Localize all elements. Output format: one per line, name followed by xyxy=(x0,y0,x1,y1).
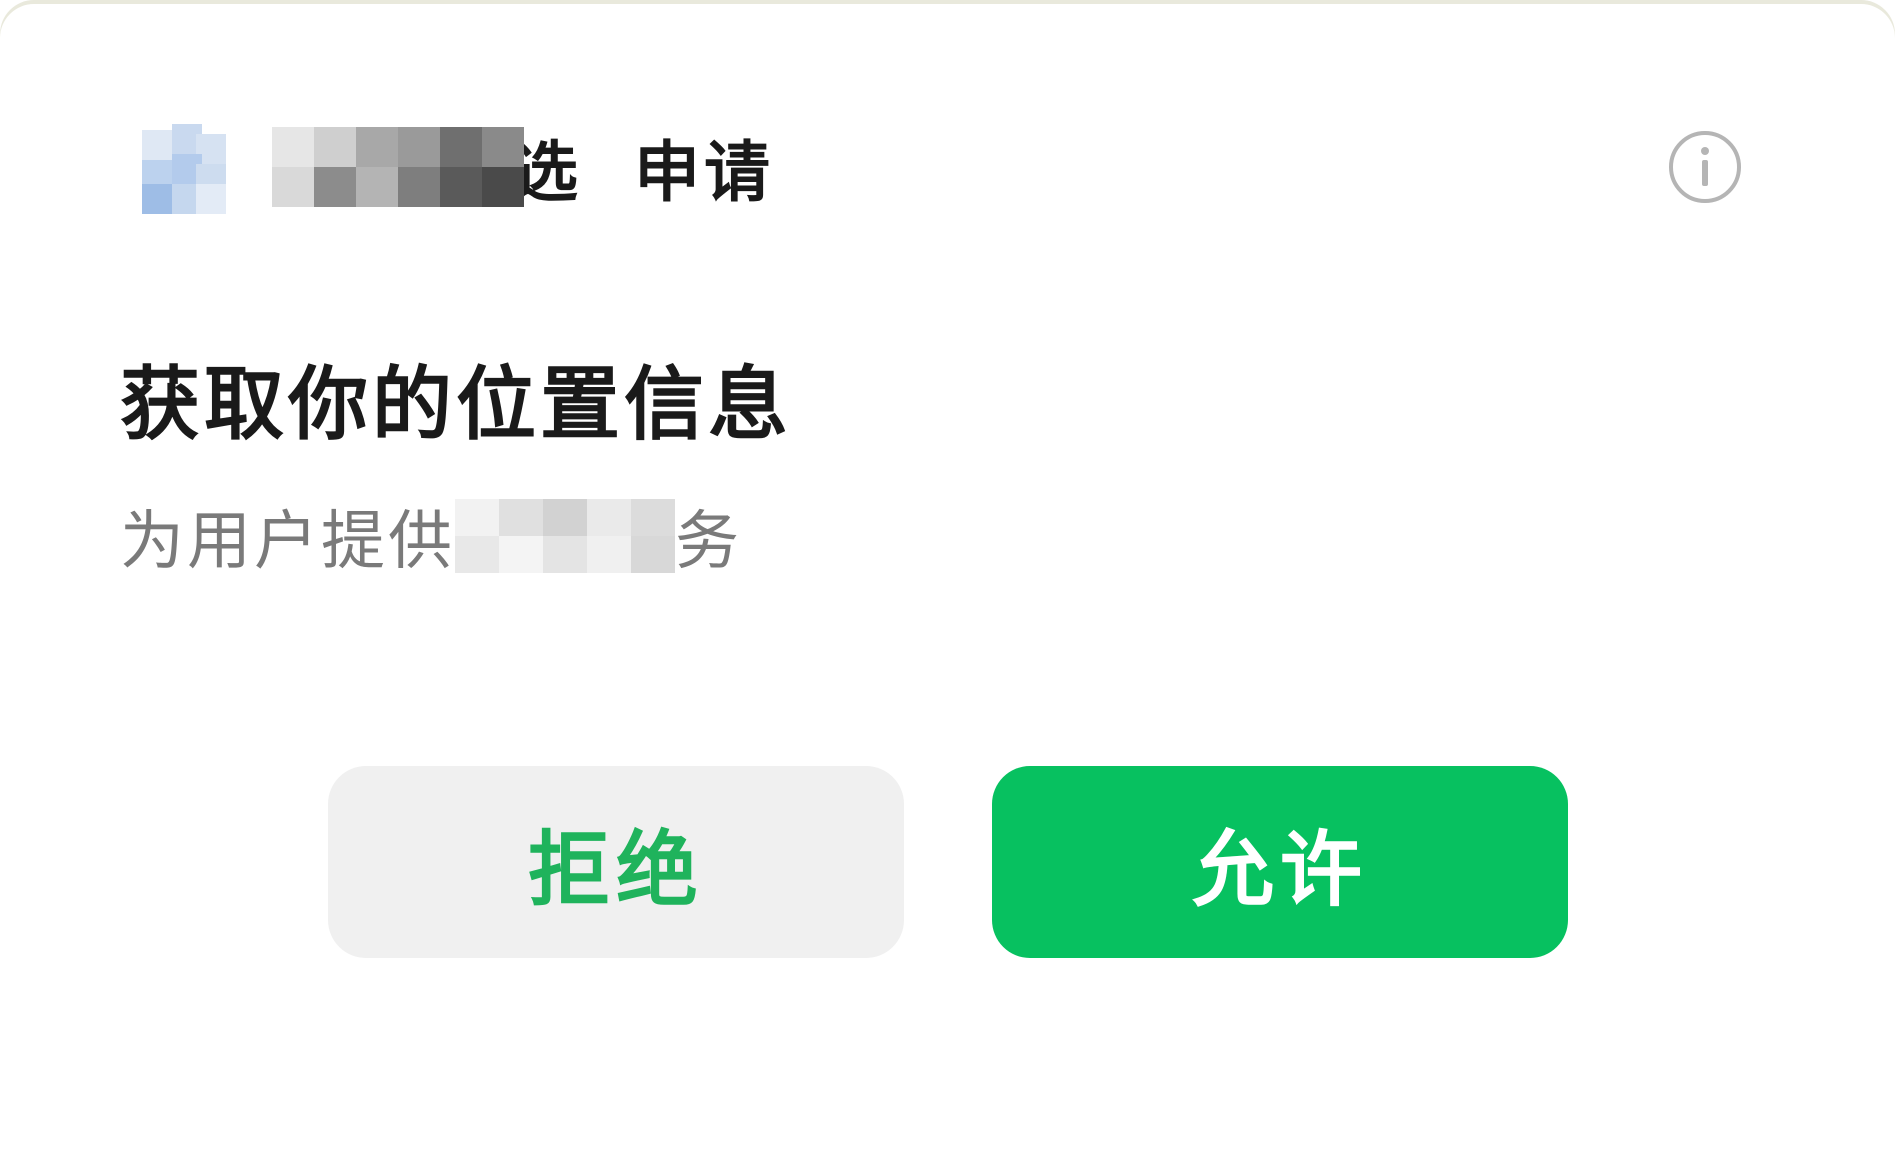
app-name: 选 xyxy=(272,127,580,211)
reject-button[interactable]: 拒绝 xyxy=(328,766,904,958)
permission-dialog: 选 申请 获取你的位置信息 为用户提供 务 拒绝 允许 xyxy=(0,0,1895,1156)
redacted-app-name-mosaic xyxy=(272,127,524,207)
info-icon[interactable] xyxy=(1668,130,1742,204)
app-icon xyxy=(134,124,226,214)
redacted-description-mosaic xyxy=(455,499,675,573)
description-suffix: 务 xyxy=(675,505,742,579)
permission-description: 为用户提供 务 xyxy=(120,490,742,582)
request-label: 申请 xyxy=(634,134,774,211)
allow-button[interactable]: 允许 xyxy=(992,766,1568,958)
permission-title: 获取你的位置信息 xyxy=(120,358,792,451)
dialog-header: 选 申请 xyxy=(134,112,774,222)
description-prefix: 为用户提供 xyxy=(120,505,455,579)
